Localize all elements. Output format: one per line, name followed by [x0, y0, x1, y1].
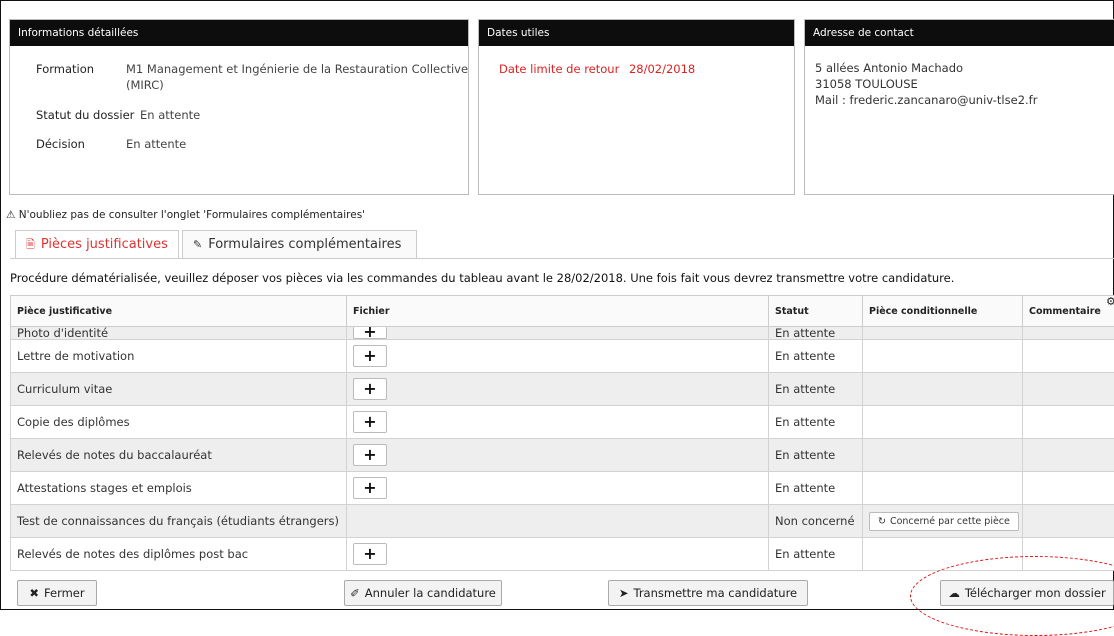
- table-row: Copie des diplômes + En attente: [11, 406, 1114, 439]
- add-file-button[interactable]: +: [353, 444, 387, 466]
- col-header-piece[interactable]: Pièce justificative: [11, 296, 347, 327]
- warning-icon: ⚠: [6, 209, 15, 221]
- dates-panel-title: Dates utiles: [479, 20, 794, 46]
- add-file-button[interactable]: +: [353, 345, 387, 367]
- piece-name: Relevés de notes des diplômes post bac: [11, 538, 347, 571]
- piece-name: Copie des diplômes: [11, 406, 347, 439]
- contact-panel: Adresse de contact 5 allées Antonio Mach…: [804, 19, 1114, 195]
- piece-status: En attente: [769, 406, 863, 439]
- table-header-row: Pièce justificative Fichier Statut Pièce…: [11, 296, 1114, 327]
- formation-value: M1 Management et Ingénierie de la Restau…: [126, 62, 468, 76]
- send-icon: ➤: [619, 586, 629, 600]
- deadline-label: Date limite de retour: [499, 62, 619, 76]
- piece-name: Attestations stages et emplois: [11, 472, 347, 505]
- col-header-commentaire[interactable]: Commentaire: [1023, 296, 1114, 327]
- close-label: Fermer: [44, 586, 85, 600]
- piece-name: Curriculum vitae: [11, 373, 347, 406]
- table-row: Test de connaissances du français (étudi…: [11, 505, 1114, 538]
- deadline: Date limite de retour 28/02/2018: [499, 62, 695, 76]
- refresh-icon: ↻: [878, 516, 886, 527]
- cancel-application-button[interactable]: ✐ Annuler la candidature: [344, 580, 502, 606]
- eraser-icon: ✐: [350, 586, 360, 600]
- formation-label: Formation: [36, 62, 94, 76]
- piece-status: En attente: [769, 472, 863, 505]
- table-row: Relevés de notes du baccalauréat + En at…: [11, 439, 1114, 472]
- tab-formulaires-complementaires[interactable]: ✎ Formulaires complémentaires: [182, 230, 417, 258]
- documents-table: Pièce justificative Fichier Statut Pièce…: [10, 295, 1114, 571]
- deadline-value: 28/02/2018: [629, 62, 695, 76]
- notice-text: N'oubliez pas de consulter l'onglet 'For…: [19, 209, 365, 221]
- piece-status: Non concerné: [769, 505, 863, 538]
- tab-pieces-justificatives[interactable]: 🗎 Pièces justificatives: [15, 230, 179, 258]
- decision-value: En attente: [126, 137, 186, 151]
- close-icon: ✖: [29, 586, 39, 600]
- info-panel-title: Informations détaillées: [10, 20, 468, 46]
- col-header-fichier[interactable]: Fichier: [347, 296, 769, 327]
- piece-name: Lettre de motivation: [11, 340, 347, 373]
- contact-address: 5 allées Antonio Machado 31058 TOULOUSE …: [815, 60, 1037, 108]
- table-row: Lettre de motivation + En attente: [11, 340, 1114, 373]
- col-header-conditionnelle[interactable]: Pièce conditionnelle: [863, 296, 1023, 327]
- add-file-button[interactable]: +: [353, 327, 387, 339]
- piece-status: En attente: [769, 439, 863, 472]
- decision-label: Décision: [36, 137, 85, 151]
- procedure-text: Procédure dématérialisée, veuillez dépos…: [10, 271, 954, 285]
- submit-application-button[interactable]: ➤ Transmettre ma candidature: [608, 580, 808, 606]
- table-row: Photo d'identité + En attente: [11, 327, 1114, 340]
- edit-icon: ✎: [193, 238, 202, 251]
- address-line-mail: Mail : frederic.zancanaro@univ-tlse2.fr: [815, 92, 1037, 108]
- tab-label: Formulaires complémentaires: [208, 237, 401, 252]
- info-panel: Informations détaillées Formation M1 Man…: [9, 19, 469, 195]
- submit-label: Transmettre ma candidature: [633, 586, 797, 600]
- piece-status: En attente: [769, 538, 863, 571]
- gear-icon[interactable]: ⚙: [1106, 295, 1114, 308]
- piece-name: Relevés de notes du baccalauréat: [11, 439, 347, 472]
- add-file-button[interactable]: +: [353, 477, 387, 499]
- notice: ⚠ N'oubliez pas de consulter l'onglet 'F…: [6, 209, 365, 221]
- close-button[interactable]: ✖ Fermer: [17, 580, 97, 606]
- piece-name: Test de connaissances du français (étudi…: [11, 505, 347, 538]
- col-header-statut[interactable]: Statut: [769, 296, 863, 327]
- add-file-button[interactable]: +: [353, 543, 387, 565]
- dates-panel: Dates utiles Date limite de retour 28/02…: [478, 19, 795, 195]
- add-file-button[interactable]: +: [353, 411, 387, 433]
- concerne-button[interactable]: ↻ Concerné par cette pièce: [869, 512, 1019, 531]
- table-row: Attestations stages et emplois + En atte…: [11, 472, 1114, 505]
- cancel-label: Annuler la candidature: [365, 586, 496, 600]
- statut-value: En attente: [140, 108, 200, 122]
- file-icon: 🗎: [26, 238, 35, 251]
- tab-divider: [10, 258, 1114, 259]
- piece-status: En attente: [769, 340, 863, 373]
- add-file-button[interactable]: +: [353, 378, 387, 400]
- contact-panel-title: Adresse de contact: [805, 20, 1114, 46]
- statut-label: Statut du dossier: [36, 108, 134, 122]
- table-row: Curriculum vitae + En attente: [11, 373, 1114, 406]
- tab-label: Pièces justificatives: [41, 237, 168, 252]
- table-row: Relevés de notes des diplômes post bac +…: [11, 538, 1114, 571]
- piece-status: En attente: [769, 373, 863, 406]
- piece-status: En attente: [769, 327, 863, 340]
- address-line-city: 31058 TOULOUSE: [815, 76, 1037, 92]
- address-line-street: 5 allées Antonio Machado: [815, 60, 1037, 76]
- concerne-label: Concerné par cette pièce: [890, 516, 1010, 527]
- formation-value-line2: (MIRC): [126, 78, 164, 92]
- piece-name: Photo d'identité: [11, 327, 347, 340]
